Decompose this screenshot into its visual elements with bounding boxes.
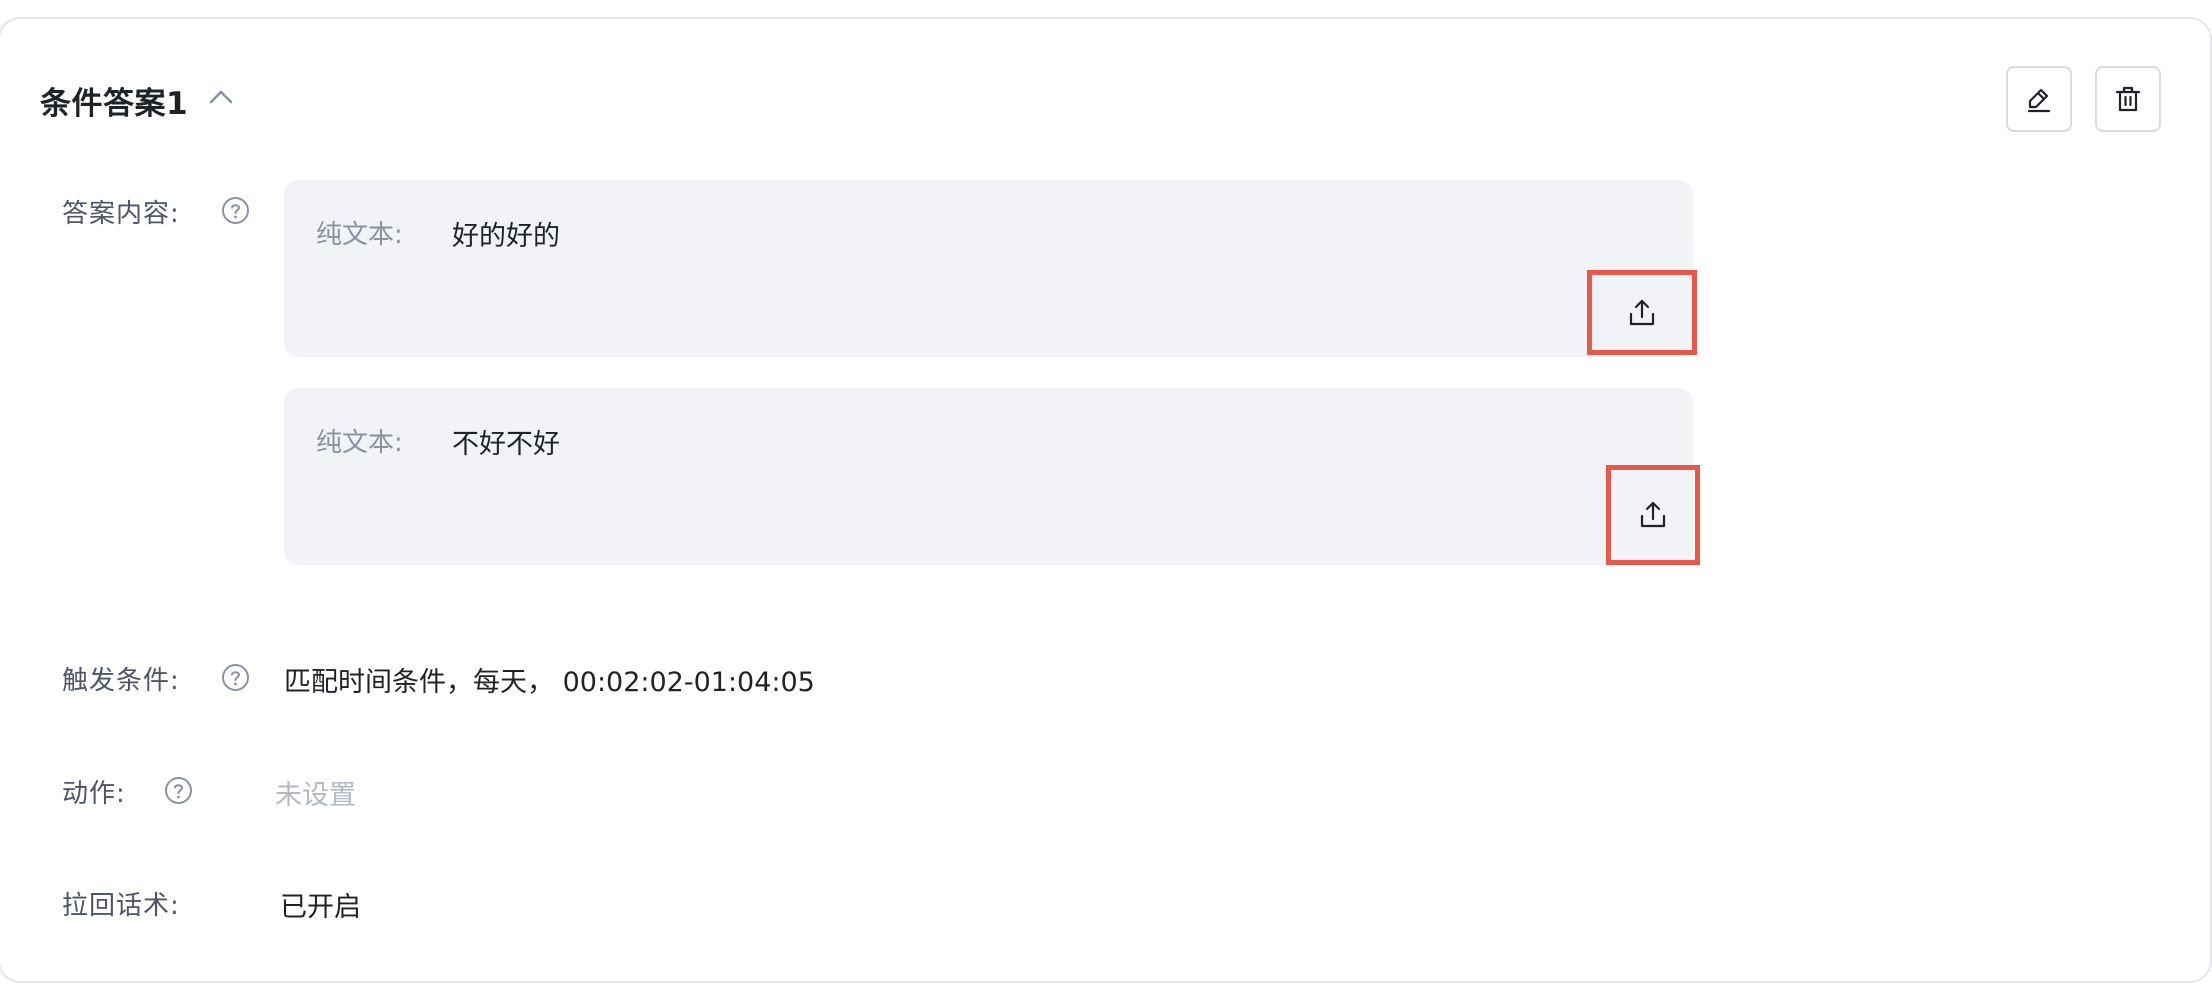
answer-content-label: 答案内容: [62, 199, 180, 229]
upload-button[interactable] [1587, 270, 1697, 355]
edit-button[interactable] [2006, 66, 2072, 132]
help-icon[interactable] [221, 663, 250, 692]
pullback-value: 已开启 [280, 892, 361, 923]
upload-icon [1629, 299, 1655, 325]
answer-type-label: 纯文本: [316, 220, 403, 250]
trigger-condition-label: 触发条件: [62, 666, 180, 696]
action-label: 动作: [62, 779, 126, 809]
pullback-label: 拉回话术: [62, 891, 180, 921]
delete-button[interactable] [2095, 66, 2161, 132]
help-icon[interactable] [221, 196, 250, 225]
answer-item: 纯文本: 不好不好 [284, 388, 1693, 565]
action-value: 未设置 [275, 780, 356, 811]
trash-icon [2115, 86, 2141, 112]
answer-text: 好的好的 [452, 221, 560, 252]
pencil-icon [2027, 88, 2051, 113]
upload-icon [1640, 501, 1666, 528]
trigger-condition-value: 匹配时间条件，每天， 00:02:02-01:04:05 [284, 667, 815, 698]
answer-text: 不好不好 [452, 429, 560, 460]
answer-item: 纯文本: 好的好的 [284, 180, 1693, 357]
help-icon[interactable] [164, 776, 193, 805]
card-title: 条件答案1 [40, 86, 189, 122]
chevron-up-icon[interactable] [208, 86, 234, 108]
upload-button[interactable] [1606, 465, 1700, 565]
answer-type-label: 纯文本: [316, 428, 403, 458]
